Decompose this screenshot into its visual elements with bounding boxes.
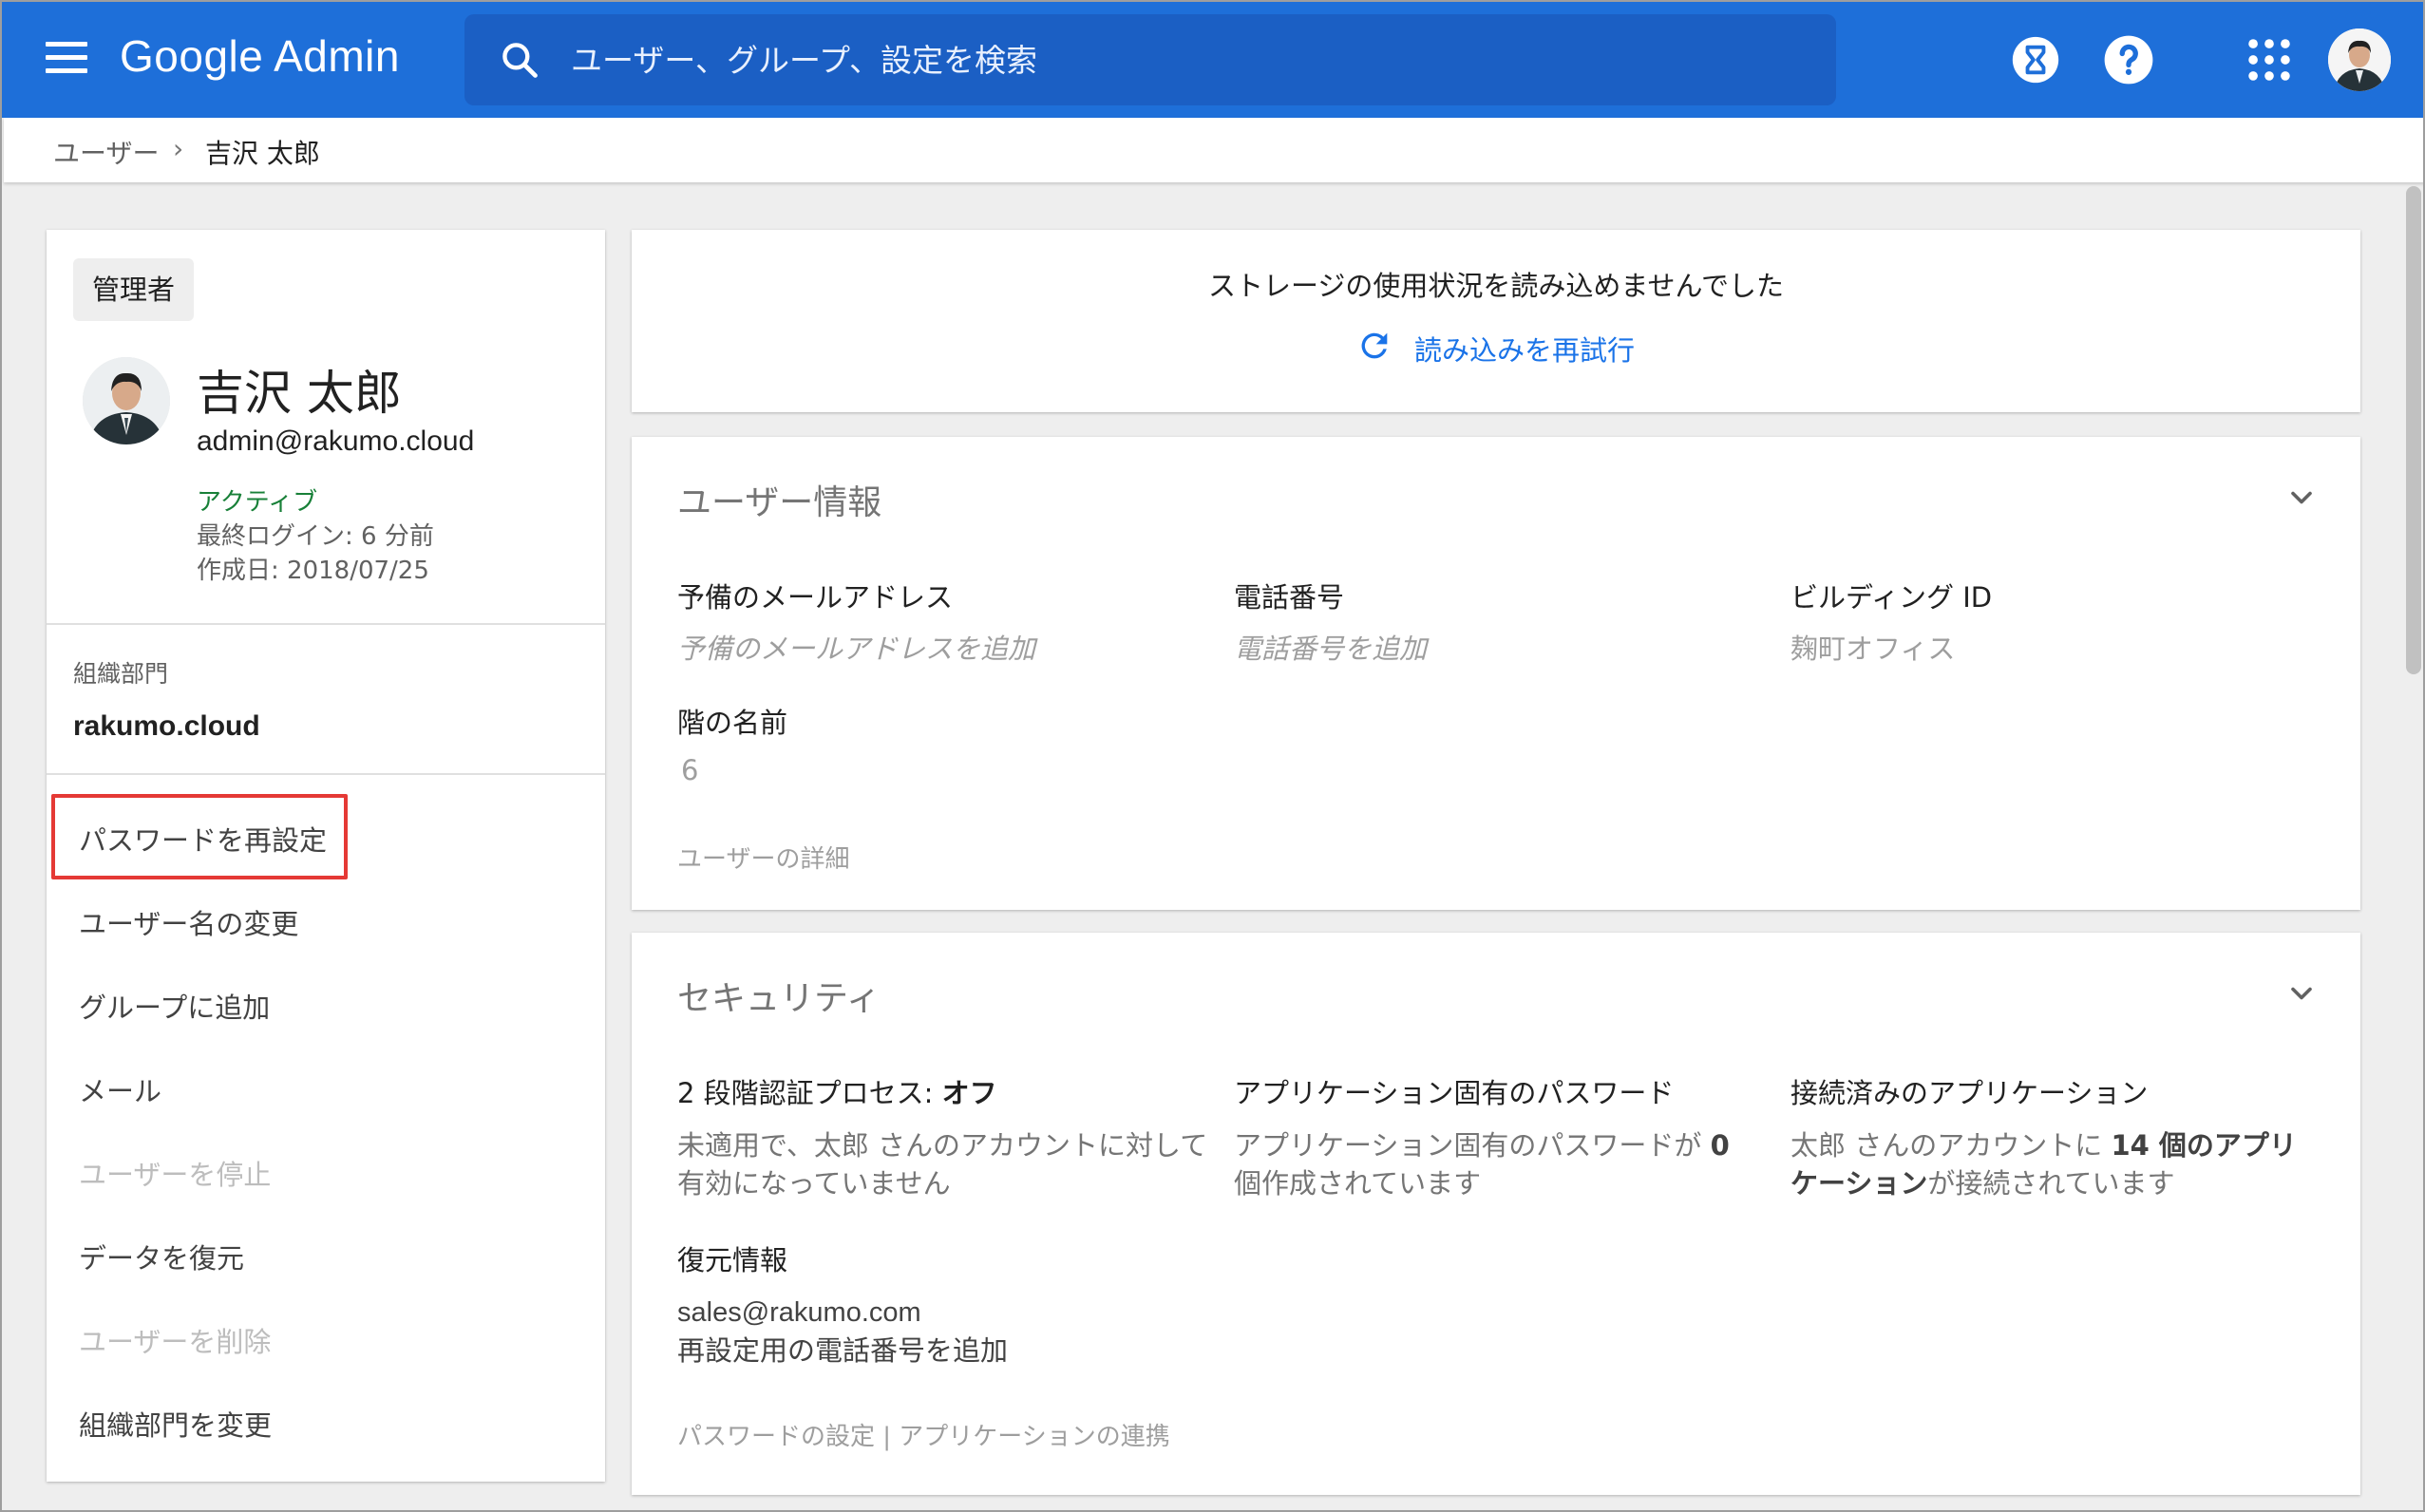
restore-data-action[interactable]: データを復元 xyxy=(79,1237,244,1276)
org-unit-value: rakumo.cloud xyxy=(73,710,260,742)
user-details-link[interactable]: ユーザーの詳細 xyxy=(677,840,849,875)
chevron-down-icon[interactable] xyxy=(2284,976,2319,1011)
user-name: 吉沢 太郎 xyxy=(197,366,402,421)
desc-text: 個作成されています xyxy=(1234,1167,1482,1200)
security-links[interactable]: パスワードの設定 | アプリケーションの連携 xyxy=(677,1417,1170,1452)
desc-text: アプリケーション固有のパスワードが xyxy=(1234,1129,1711,1162)
created-date: 作成日: 2018/07/25 xyxy=(197,557,429,585)
help-icon[interactable] xyxy=(2101,32,2156,87)
user-info-card: ユーザー情報 予備のメールアドレス 予備のメールアドレスを追加 電話番号 電話番… xyxy=(632,437,2360,910)
storage-error-message: ストレージの使用状況を読み込めませんでした xyxy=(1207,270,1785,302)
connected-apps-label: 接続済みのアプリケーション xyxy=(1790,1077,2149,1109)
refresh-icon xyxy=(1361,332,1388,359)
recovery-info-label: 復元情報 xyxy=(677,1244,788,1276)
card-title: セキュリティ xyxy=(677,979,881,1018)
add-secondary-email-link[interactable]: 予備のメールアドレスを追加 xyxy=(677,627,1035,667)
two-step-label: 2 段階認証プロセス: オフ xyxy=(677,1071,997,1111)
recovery-email: sales@rakumo.com xyxy=(677,1297,921,1328)
search-bar[interactable] xyxy=(464,14,1836,105)
last-login: 最終ログイン: 6 分前 xyxy=(197,522,434,551)
breadcrumb-users-link[interactable]: ユーザー xyxy=(53,133,159,171)
two-step-label-text: 2 段階認証プロセス: xyxy=(677,1077,942,1109)
two-step-description: 未適用で、太郎 さんのアカウントに対して有効になっていません xyxy=(677,1129,1208,1200)
field-label: 予備のメールアドレス xyxy=(677,581,954,614)
apps-grid-icon[interactable] xyxy=(2242,32,2297,87)
delete-user-action: ユーザーを削除 xyxy=(79,1326,272,1358)
app-passwords-description: アプリケーション固有のパスワードが 0 個作成されています xyxy=(1234,1126,1766,1202)
role-badge: 管理者 xyxy=(73,258,195,321)
add-recovery-phone-link[interactable]: 再設定用の電話番号を追加 xyxy=(677,1332,1008,1370)
field-value: 6 xyxy=(681,754,699,786)
add-phone-link[interactable]: 電話番号を追加 xyxy=(1234,627,1427,667)
suspend-user-action: ユーザーを停止 xyxy=(79,1159,272,1191)
rename-user-action[interactable]: ユーザー名の変更 xyxy=(79,902,298,942)
two-step-value: オフ xyxy=(941,1077,997,1109)
field-label: 階の名前 xyxy=(677,707,788,739)
breadcrumb: ユーザー › 吉沢 太郎 xyxy=(4,118,2423,182)
app-passwords-label: アプリケーション固有のパスワード xyxy=(1234,1077,1675,1109)
chevron-right-icon: › xyxy=(173,133,184,164)
account-avatar[interactable] xyxy=(2328,28,2391,91)
chevron-down-icon[interactable] xyxy=(2284,481,2319,515)
status-badge: アクティブ xyxy=(197,488,318,517)
reset-password-action[interactable]: パスワードを再設定 xyxy=(79,819,327,859)
connected-apps-description: 太郎 さんのアカウントに 14 個のアプリケーションが接続されています xyxy=(1790,1126,2322,1202)
storage-card: ストレージの使用状況を読み込めませんでした 読み込みを再試行 xyxy=(632,230,2360,412)
desc-text: 太郎 さんのアカウントに xyxy=(1790,1129,2112,1162)
field-value: 麹町オフィス xyxy=(1790,633,1956,665)
divider xyxy=(47,773,605,775)
security-card: セキュリティ 2 段階認証プロセス: オフ 未適用で、太郎 さんのアカウントに対… xyxy=(632,933,2360,1495)
brand-logo[interactable]: Google Admin xyxy=(120,30,400,82)
divider xyxy=(47,623,605,625)
field-label: ビルディング ID xyxy=(1790,581,1993,614)
avatar xyxy=(83,357,170,444)
search-input[interactable] xyxy=(571,31,1806,88)
app-password-count: 0 xyxy=(1710,1129,1730,1162)
change-org-unit-action[interactable]: 組織部門を変更 xyxy=(79,1404,272,1444)
menu-icon[interactable] xyxy=(46,42,87,80)
user-profile-panel: 管理者 吉沢 太郎 admin@rakumo.cloud アクティブ 最終ログイ… xyxy=(47,230,605,1482)
card-title: ユーザー情報 xyxy=(677,483,882,522)
hourglass-icon[interactable] xyxy=(2008,32,2063,87)
desc-text: が接続されています xyxy=(1927,1167,2175,1200)
add-to-group-action[interactable]: グループに追加 xyxy=(79,986,270,1026)
scrollbar[interactable] xyxy=(2406,186,2421,674)
app-window: Google Admin ユーザー、グループ、設定を検索 ユーザー › 吉沢 太… xyxy=(0,0,2425,1512)
email-action[interactable]: メール xyxy=(79,1069,161,1109)
field-label: 電話番号 xyxy=(1234,581,1345,614)
top-app-bar: Google Admin xyxy=(2,2,2423,118)
org-unit-label: 組織部門 xyxy=(73,660,169,688)
search-icon[interactable] xyxy=(499,39,540,81)
retry-label: 読み込みを再試行 xyxy=(1414,334,1636,367)
user-email: admin@rakumo.cloud xyxy=(197,425,475,457)
breadcrumb-current: 吉沢 太郎 xyxy=(205,138,320,169)
